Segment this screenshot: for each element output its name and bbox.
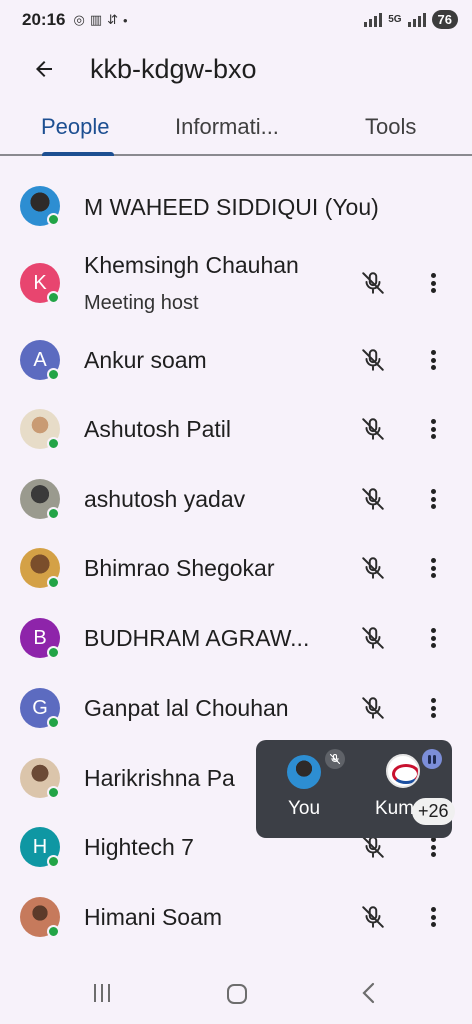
tab-people[interactable]: People: [41, 114, 110, 140]
usb-icon: ⇵: [107, 12, 119, 27]
online-status-dot: [47, 368, 60, 381]
mic-off-icon[interactable]: [360, 904, 386, 930]
participant-name: Bhimrao Shegokar: [84, 555, 275, 581]
more-options-icon[interactable]: [424, 625, 442, 651]
participant-name: Hightech 7: [84, 834, 194, 860]
online-status-dot: [47, 576, 60, 589]
participant-row[interactable]: Himani Soam: [0, 884, 472, 950]
back-button[interactable]: [20, 45, 68, 93]
status-time: 20:16: [22, 10, 66, 29]
participant-row[interactable]: K Khemsingh Chauhan Meeting host: [0, 250, 472, 316]
mic-off-icon[interactable]: [360, 486, 386, 512]
sim-icon: ▥: [89, 12, 103, 27]
participant-name: Ashutosh Patil: [84, 416, 232, 442]
dot-icon: •: [123, 12, 128, 28]
recents-button[interactable]: [94, 984, 110, 1002]
participant-name: Ganpat lal Chouhan: [84, 695, 289, 721]
participant-row[interactable]: A Ankur soam: [0, 327, 472, 393]
speaker-tile-label: Kum: [375, 798, 415, 819]
tab-bar: People Informati... Tools: [0, 100, 472, 156]
participant-role: Meeting host: [84, 292, 199, 314]
tab-tools[interactable]: Tools: [365, 114, 416, 140]
participant-name: Ankur soam: [84, 347, 207, 373]
mic-off-icon[interactable]: [360, 416, 386, 442]
more-options-icon[interactable]: [424, 270, 442, 296]
meeting-title: kkb-kdgw-bxo: [90, 53, 257, 84]
online-status-dot: [47, 786, 60, 799]
mic-off-icon[interactable]: [360, 555, 386, 581]
mic-off-icon: [329, 753, 341, 765]
participant-name: Himani Soam: [84, 904, 223, 930]
signal-icon-2: [407, 12, 426, 27]
more-options-icon[interactable]: [424, 486, 442, 512]
self-tile-label: You: [288, 798, 321, 819]
floating-call-panel[interactable]: You Kum +26: [256, 740, 455, 838]
online-status-dot: [47, 291, 60, 304]
mic-off-icon[interactable]: [360, 695, 386, 721]
battery-indicator: 76: [431, 10, 458, 29]
participant-row[interactable]: G Ganpat lal Chouhan: [0, 675, 472, 741]
online-status-dot: [47, 507, 60, 520]
more-options-icon[interactable]: [424, 347, 442, 373]
participant-name: M WAHEED SIDDIQUI (You): [84, 194, 379, 220]
online-status-dot: [47, 925, 60, 938]
speaker-avatar: [386, 754, 420, 788]
signal-icon: [364, 12, 383, 27]
network-type: 5G: [388, 13, 402, 25]
more-options-icon[interactable]: [424, 416, 442, 442]
app-bar: kkb-kdgw-bxo: [0, 44, 472, 94]
participant-row[interactable]: Bhimrao Shegokar: [0, 535, 472, 601]
participant-row[interactable]: Ashutosh Patil: [0, 396, 472, 462]
status-right: 5G 76: [364, 10, 458, 29]
online-status-dot: [47, 437, 60, 450]
mic-off-icon[interactable]: [360, 625, 386, 651]
avatar-letter: A: [33, 348, 47, 371]
home-button[interactable]: [227, 984, 247, 1004]
participant-name: Khemsingh Chauhan: [84, 252, 299, 278]
participant-name: Harikrishna Pa: [84, 765, 235, 791]
online-status-dot: [47, 855, 60, 868]
participant-name: ashutosh yadav: [84, 486, 246, 512]
online-status-dot: [47, 716, 60, 729]
tab-active-indicator: [42, 152, 114, 156]
mic-off-icon[interactable]: [360, 347, 386, 373]
system-nav-bar: [0, 966, 472, 1024]
participant-row[interactable]: B BUDHRAM AGRAW...: [0, 605, 472, 671]
avatar-letter: K: [33, 271, 47, 294]
more-options-icon[interactable]: [424, 695, 442, 721]
self-avatar: [287, 755, 321, 789]
whatsapp-icon: ◎: [73, 12, 85, 27]
more-options-icon[interactable]: [424, 555, 442, 581]
tab-information[interactable]: Informati...: [175, 114, 279, 140]
more-options-icon[interactable]: [424, 904, 442, 930]
arrow-back-icon: [36, 61, 52, 77]
online-status-dot: [47, 213, 60, 226]
self-mic-off-badge: [325, 749, 345, 769]
avatar-letter: G: [32, 696, 48, 719]
status-bar: 20:16 ◎ ▥ ⇵ • 5G 76: [0, 0, 472, 40]
avatar-letter: H: [32, 835, 48, 858]
nav-back-icon[interactable]: [360, 982, 378, 1004]
more-participants-count: +26: [412, 798, 455, 825]
speaking-indicator-icon: [422, 749, 442, 769]
participant-row[interactable]: M WAHEED SIDDIQUI (You): [0, 176, 472, 242]
participant-name: BUDHRAM AGRAW...: [84, 625, 310, 651]
avatar-letter: B: [33, 626, 47, 649]
mic-off-icon[interactable]: [360, 270, 386, 296]
online-status-dot: [47, 646, 60, 659]
participant-row[interactable]: ashutosh yadav: [0, 466, 472, 532]
status-notification-icons: ◎ ▥ ⇵ •: [73, 12, 127, 28]
